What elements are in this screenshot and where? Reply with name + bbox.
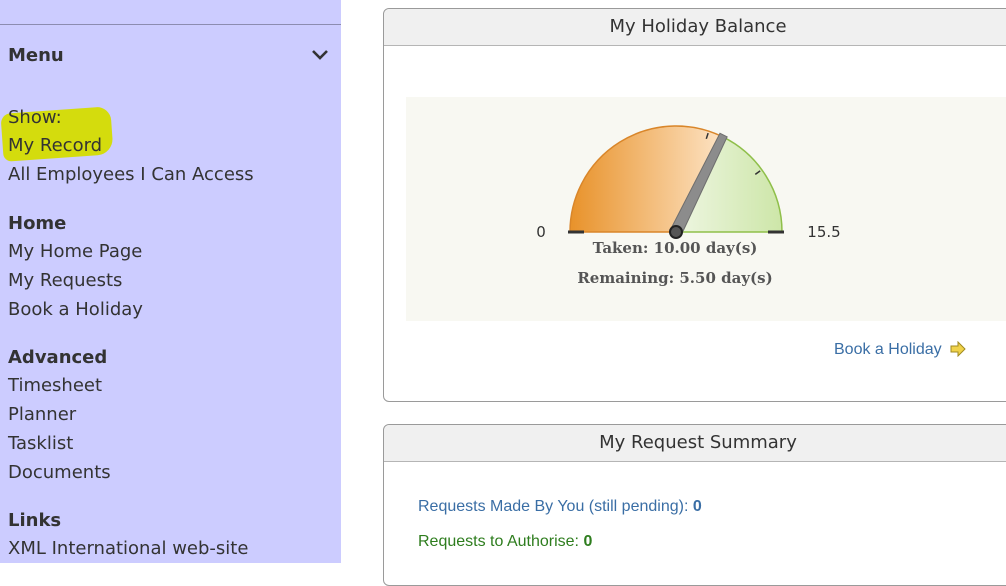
holiday-balance-title: My Holiday Balance bbox=[384, 9, 1006, 46]
sidebar-item-my-record[interactable]: My Record bbox=[8, 135, 102, 156]
request-summary-panel: My Request Summary Requests Made By You … bbox=[383, 424, 1006, 586]
gauge-hub bbox=[669, 225, 683, 239]
gauge-taken-text: Taken: 10.00 day(s) bbox=[593, 239, 758, 257]
requests-authorise-link[interactable]: Requests to Authorise: 0 bbox=[418, 533, 592, 551]
sidebar-item-my-home-page[interactable]: My Home Page bbox=[8, 241, 142, 262]
book-holiday-link[interactable]: Book a Holiday bbox=[834, 341, 966, 359]
requests-made-link[interactable]: Requests Made By You (still pending): 0 bbox=[418, 498, 702, 516]
sidebar-item-xml-website[interactable]: XML International web-site bbox=[8, 538, 248, 559]
menu-header[interactable]: Menu bbox=[8, 44, 333, 68]
book-holiday-link-label: Book a Holiday bbox=[834, 341, 942, 358]
sidebar-item-planner[interactable]: Planner bbox=[8, 404, 76, 425]
holiday-balance-panel: My Holiday Balance 0 15.5 Taken: 10.00 d… bbox=[383, 8, 1006, 402]
gauge-min-label: 0 bbox=[536, 223, 546, 241]
sidebar-item-book-holiday[interactable]: Book a Holiday bbox=[8, 299, 143, 320]
holiday-gauge: 0 15.5 Taken: 10.00 day(s) Remaining: 5.… bbox=[406, 97, 1006, 321]
gauge-max-label: 15.5 bbox=[807, 223, 840, 241]
links-heading: Links bbox=[8, 510, 62, 531]
sidebar: Menu Show: My Record All Employees I Can… bbox=[0, 0, 341, 563]
request-summary-title: My Request Summary bbox=[384, 425, 1006, 462]
sidebar-item-tasklist[interactable]: Tasklist bbox=[8, 433, 73, 454]
sidebar-divider bbox=[0, 24, 341, 25]
gauge-remaining-text: Remaining: 5.50 day(s) bbox=[577, 269, 772, 287]
show-heading: Show: bbox=[8, 107, 62, 128]
gauge-svg: 0 15.5 Taken: 10.00 day(s) Remaining: 5.… bbox=[536, 125, 841, 287]
requests-authorise-count: 0 bbox=[583, 533, 593, 550]
requests-authorise-label: Requests to Authorise: bbox=[418, 533, 579, 550]
sidebar-item-my-requests[interactable]: My Requests bbox=[8, 270, 122, 291]
requests-made-count: 0 bbox=[692, 498, 702, 515]
sidebar-item-documents[interactable]: Documents bbox=[8, 462, 111, 483]
advanced-heading: Advanced bbox=[8, 347, 108, 368]
chevron-down-icon[interactable] bbox=[311, 48, 329, 62]
home-heading: Home bbox=[8, 213, 67, 234]
arrow-right-icon bbox=[950, 341, 966, 357]
sidebar-item-timesheet[interactable]: Timesheet bbox=[8, 375, 102, 396]
sidebar-item-all-employees[interactable]: All Employees I Can Access bbox=[8, 164, 254, 185]
menu-title: Menu bbox=[8, 45, 64, 66]
requests-made-label: Requests Made By You (still pending): bbox=[418, 498, 689, 515]
